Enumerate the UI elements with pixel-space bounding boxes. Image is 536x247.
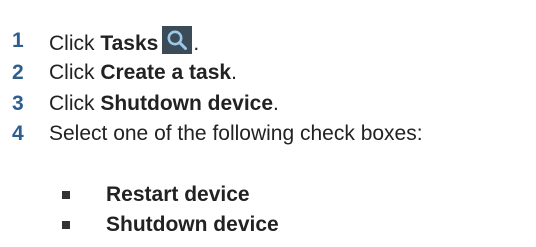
step-number: 3 [12, 92, 24, 115]
option-shutdown-device: Shutdown device [0, 209, 279, 241]
step-number: 1 [12, 29, 24, 52]
step-text: Click Create a task. [49, 61, 237, 85]
option-label: Restart device [106, 183, 250, 206]
step-suffix: . [273, 92, 279, 115]
step-prefix: Click [49, 61, 101, 84]
step-bold-label: Shutdown device [100, 92, 274, 115]
option-label: Shutdown device [106, 213, 279, 236]
step-text: Select one of the following check boxes: [49, 122, 423, 145]
step-bold-label: Create a task [100, 61, 232, 84]
step-suffix: . [193, 32, 200, 55]
step-prefix: Click [49, 32, 101, 55]
step-1: 1 Click Tasks. [0, 25, 199, 57]
step-text: Click Tasks. [49, 26, 199, 56]
option-restart-device: Restart device [0, 179, 250, 211]
step-4: 4 Select one of the following check boxe… [0, 118, 423, 150]
bullet-square-icon [62, 191, 70, 199]
step-text: Click Shutdown device. [49, 92, 279, 116]
step-number: 2 [12, 61, 24, 84]
step-prefix: Click [49, 92, 101, 115]
bullet-square-icon [62, 221, 70, 229]
step-2: 2 Click Create a task. [0, 57, 237, 89]
step-bold-label: Tasks [100, 32, 159, 55]
search-icon [162, 26, 193, 54]
step-3: 3 Click Shutdown device. [0, 88, 279, 120]
step-suffix: . [231, 61, 237, 84]
step-number: 4 [12, 122, 24, 145]
